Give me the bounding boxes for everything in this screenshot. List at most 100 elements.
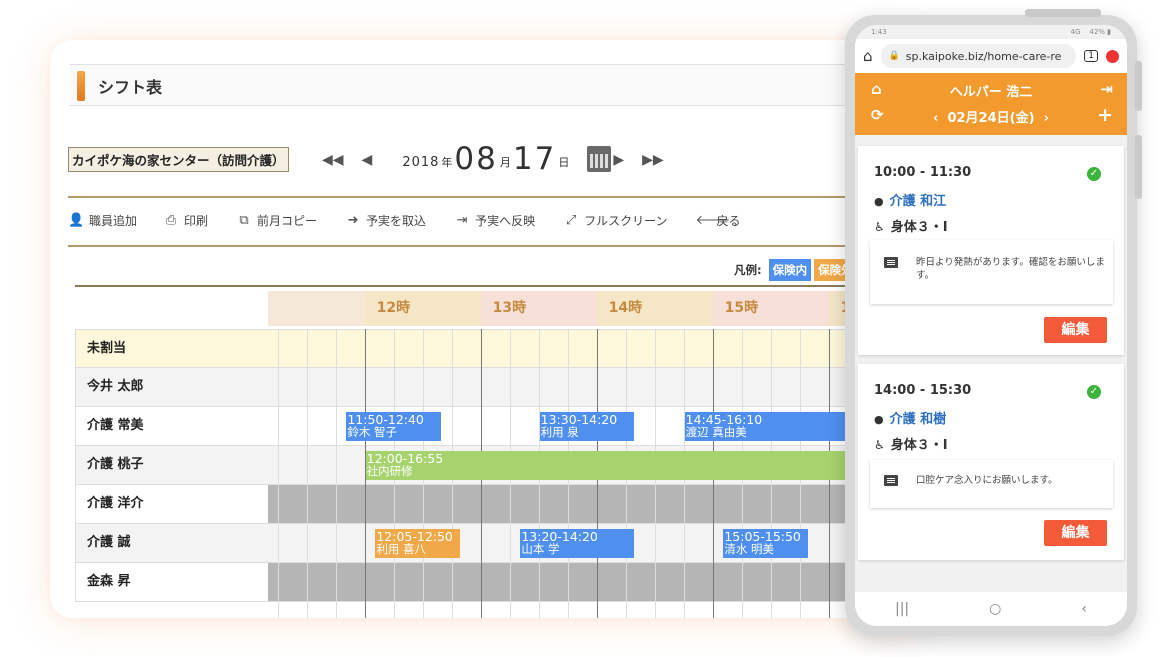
logout-icon[interactable]: ⇥: [1100, 80, 1113, 98]
shift-block[interactable]: 11:50-12:40 鈴木 智子: [346, 412, 441, 441]
fullscreen-icon: ⤢: [565, 212, 577, 228]
copy-icon: ⧉: [239, 212, 249, 228]
add-icon[interactable]: +: [1097, 104, 1113, 126]
staff-name[interactable]: 介護 常美: [75, 407, 268, 446]
staff-name[interactable]: 介護 洋介: [75, 485, 268, 524]
client-name[interactable]: ● 介護 和江: [874, 190, 946, 209]
alert-icon[interactable]: [1106, 49, 1119, 63]
import-label: 予実を取込: [366, 214, 427, 228]
prev-month-button[interactable]: ◀◀: [322, 152, 344, 168]
shift-person: 山本 学: [521, 542, 560, 556]
note-text: 口腔ケア念入りにお願いします。: [916, 475, 1058, 486]
import-actual-button[interactable]: ➜ 予実を取込: [345, 212, 426, 229]
print-button[interactable]: ⎙ 印刷: [163, 212, 208, 229]
legend-label: 凡例:: [734, 263, 762, 277]
edit-button[interactable]: 編集: [1044, 317, 1107, 343]
calendar-icon[interactable]: [587, 146, 612, 172]
client-name[interactable]: ● 介護 和樹: [874, 408, 946, 427]
prev-date-chevron-icon[interactable]: ‹: [933, 111, 943, 126]
browser-url-bar: ⌂ 🔒 sp.kaipoke.biz/home-care-re 1: [855, 39, 1127, 73]
month-unit: 月: [499, 156, 511, 169]
shift-block[interactable]: 13:20-14:20 山本 学: [520, 529, 635, 558]
date-navigator: ◀◀ ◀ 2018 年 08 月 17 日 ▶ ▶▶: [322, 136, 664, 176]
status-battery: 42%: [1089, 28, 1105, 36]
back-button[interactable]: 🡐 戻る: [695, 212, 740, 229]
home-icon[interactable]: ⌂: [863, 47, 873, 65]
tab-count-button[interactable]: 1: [1084, 50, 1098, 62]
reflect-actual-button[interactable]: ⇥ 予実へ反映: [454, 212, 535, 229]
prev-day-button[interactable]: ◀: [362, 152, 373, 168]
reflect-icon: ⇥: [456, 212, 468, 228]
note-text: 昨日より発熱があります。確認をお願いします。: [916, 257, 1105, 281]
care-type-text: 身体３・Ⅰ: [890, 220, 948, 235]
care-type: ♿ 身体３・Ⅰ: [874, 434, 948, 453]
shift-block[interactable]: 15:05-15:50 清水 明美: [723, 529, 809, 558]
title-bar: シフト表: [70, 64, 930, 106]
shift-person: 清水 明美: [724, 542, 774, 556]
fullscreen-label: フルスクリーン: [584, 214, 668, 228]
home-circle-icon[interactable]: ○: [989, 601, 1001, 617]
date-month: 08: [454, 141, 498, 177]
staff-name[interactable]: 金森 昇: [75, 563, 268, 602]
status-time: 1:43: [871, 28, 887, 36]
phone-screen: 1:43 4G 42% ▮ ⌂ 🔒 sp.kaipoke.biz/home-ca…: [855, 25, 1127, 626]
quarter-gridline: [277, 329, 279, 618]
check-icon: ✓: [1087, 385, 1101, 399]
staff-name[interactable]: 介護 誠: [75, 524, 268, 563]
staff-name[interactable]: 今井 太郎: [75, 368, 268, 407]
date-selector: ‹ 02月24日(金) ›: [855, 107, 1127, 126]
shift-person: 渡辺 真由美: [685, 425, 747, 439]
wheelchair-icon: ♿: [874, 438, 885, 452]
staff-name[interactable]: 介護 桃子: [75, 446, 268, 485]
facility-selector[interactable]: カイポケ海の家センター（訪問介護）: [68, 147, 289, 172]
date-year: 2018: [402, 155, 440, 170]
staff-row-cells[interactable]: [268, 485, 930, 524]
url-text: sp.kaipoke.biz/home-care-re: [905, 49, 1062, 63]
hour-label: 15時: [712, 291, 829, 326]
check-icon: ✓: [1087, 167, 1101, 181]
shift-person: 利用 泉: [540, 425, 579, 439]
page-title: シフト表: [98, 78, 163, 97]
quarter-gridline: [306, 329, 308, 618]
divider: [68, 196, 930, 198]
shift-block[interactable]: 14:45-16:10 渡辺 真由美: [684, 412, 847, 441]
next-date-chevron-icon[interactable]: ›: [1039, 111, 1049, 126]
shift-person: 利用 喜八: [376, 542, 426, 556]
lock-icon: 🔒: [888, 51, 900, 61]
phone-device: 1:43 4G 42% ▮ ⌂ 🔒 sp.kaipoke.biz/home-ca…: [845, 9, 1142, 636]
status-bar: 1:43 4G 42% ▮: [855, 25, 1127, 39]
copy-prev-month-button[interactable]: ⧉ 前月コピー: [236, 212, 317, 229]
care-type: ♿ 身体３・Ⅰ: [874, 216, 948, 235]
hour-label: 13時: [480, 291, 597, 326]
fullscreen-button[interactable]: ⤢ フルスクリーン: [563, 212, 668, 229]
staff-row-cells[interactable]: [268, 563, 930, 602]
add-staff-button[interactable]: 👤 職員追加: [68, 212, 137, 229]
quarter-gridline: [335, 329, 337, 618]
visit-note: 口腔ケア念入りにお願いします。: [870, 460, 1113, 508]
url-field[interactable]: 🔒 sp.kaipoke.biz/home-care-re: [880, 44, 1077, 68]
title-accent-bar: [77, 71, 85, 101]
visit-card[interactable]: 14:00 - 15:30 ✓ ● 介護 和樹 ♿ 身体３・Ⅰ 口腔ケア念入りにお願…: [858, 364, 1124, 560]
next-day-button[interactable]: ▶: [613, 152, 624, 168]
staff-name[interactable]: 未割当: [75, 329, 268, 368]
next-month-button[interactable]: ▶▶: [642, 152, 664, 168]
shift-grid: 12時13時14時15時16時未割当今井 太郎介護 常美介護 桃子介護 洋介介護…: [75, 287, 930, 618]
back-label: 戻る: [716, 214, 741, 228]
staff-row-cells[interactable]: [268, 329, 930, 368]
visit-time: 10:00 - 11:30: [874, 165, 972, 180]
recent-apps-icon[interactable]: |||: [895, 601, 909, 617]
edit-button[interactable]: 編集: [1044, 520, 1107, 546]
staff-row-cells[interactable]: [268, 368, 930, 407]
hour-label: 14時: [596, 291, 713, 326]
shift-block[interactable]: 13:30-14:20 利用 泉: [539, 412, 635, 441]
phone-side-button: [1135, 61, 1142, 111]
back-chevron-icon[interactable]: ‹: [1081, 601, 1087, 617]
shift-block[interactable]: 12:05-12:50 利用 喜八: [375, 529, 461, 558]
visit-card[interactable]: 10:00 - 11:30 ✓ ● 介護 和江 ♿ 身体３・Ⅰ 昨日より発熱がありま…: [858, 146, 1124, 355]
android-nav-bar: ||| ○ ‹: [855, 592, 1127, 626]
year-unit: 年: [441, 156, 453, 169]
comment-icon: [884, 257, 898, 268]
shift-person: 鈴木 智子: [347, 425, 397, 439]
divider: [68, 245, 930, 247]
legend: 凡例: 保険内 保険外: [734, 259, 857, 281]
